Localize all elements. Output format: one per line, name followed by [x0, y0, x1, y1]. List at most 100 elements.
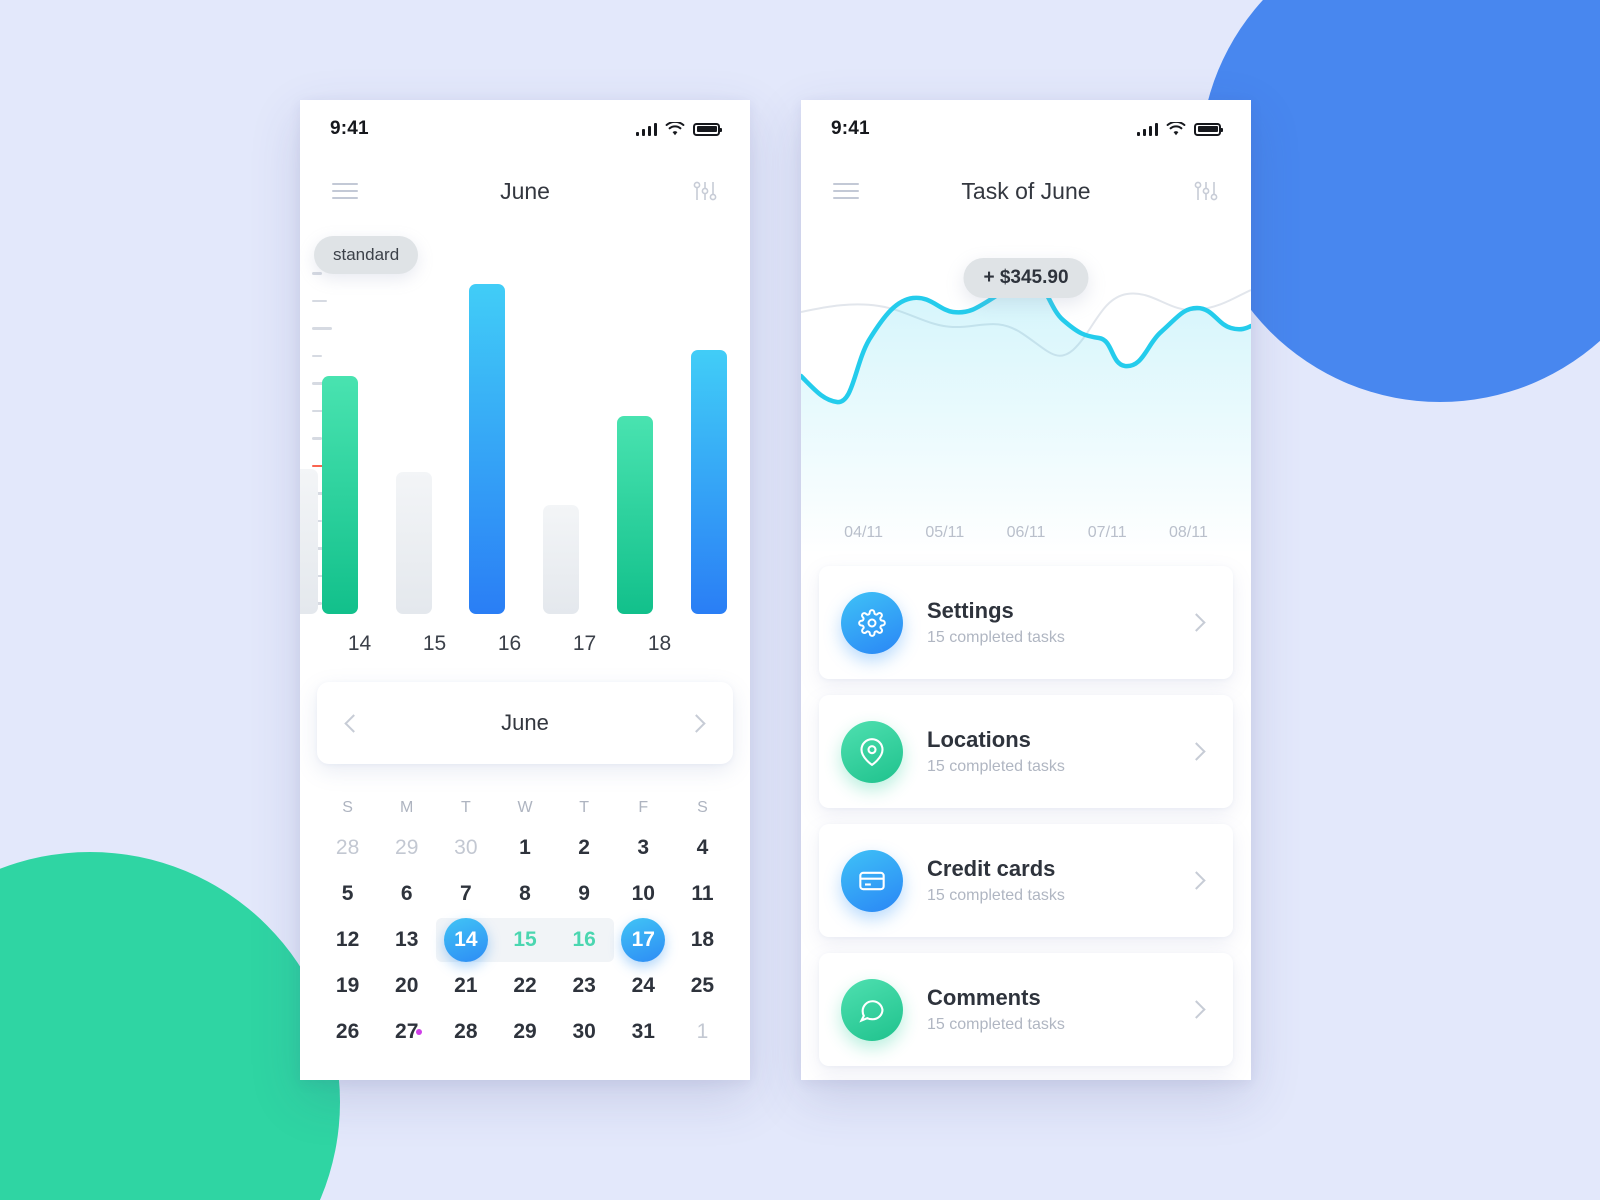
calendar-day-5[interactable]: 5 — [318, 872, 377, 916]
task-card-comments[interactable]: Comments 15 completed tasks — [819, 953, 1233, 1066]
wifi-icon — [665, 121, 685, 135]
calendar-day-28[interactable]: 28 — [318, 826, 377, 870]
calendar-weekday: S — [342, 799, 353, 816]
x-axis-label: 14 — [347, 632, 372, 655]
calendar-day-label: 31 — [631, 1020, 655, 1043]
calendar-grid: SMTWTFS 28 29 30 1 2 3 4 5 6 7 8 9 10 11 12 13 14 15 16 17 1… — [300, 764, 750, 1054]
sliders-filter-icon[interactable] — [1193, 179, 1219, 203]
chart-date-label: 05/11 — [925, 524, 965, 541]
chevron-right-icon[interactable] — [1187, 871, 1206, 890]
calendar-day-label: 25 — [690, 974, 715, 997]
calendar-day-label: 9 — [578, 882, 590, 905]
calendar-day-29[interactable]: 29 — [377, 826, 436, 870]
calendar-day-30[interactable]: 30 — [555, 1010, 614, 1054]
calendar-day-25[interactable]: 25 — [673, 964, 732, 1008]
task-subtitle: 15 completed tasks — [927, 629, 1065, 646]
calendar-day-16[interactable]: 16 — [555, 918, 614, 962]
calendar-day-29[interactable]: 29 — [495, 1010, 554, 1054]
calendar-day-31[interactable]: 31 — [614, 1010, 673, 1054]
calendar-weekday: F — [638, 799, 649, 816]
month-label: June — [501, 710, 549, 735]
status-icons — [1136, 121, 1223, 137]
calendar-day-27[interactable]: 27 — [377, 1010, 436, 1054]
calendar-day-label: 8 — [519, 882, 531, 905]
task-title: Credit cards — [927, 856, 1056, 881]
chart-bar[interactable] — [300, 468, 318, 614]
calendar-day-label: 10 — [631, 882, 655, 905]
hamburger-menu-icon[interactable] — [833, 183, 859, 199]
chart-bar[interactable] — [395, 472, 432, 614]
area-line-chart: + $345.90 04/11 05/11 06/11 07/11 08/11 — [801, 224, 1251, 554]
calendar-weekday: W — [517, 799, 533, 816]
task-card-credit-cards[interactable]: Credit cards 15 completed tasks — [819, 824, 1233, 937]
chevron-right-icon[interactable] — [1187, 742, 1206, 761]
calendar-day-28[interactable]: 28 — [436, 1010, 495, 1054]
chart-bar[interactable] — [690, 350, 727, 614]
bar-slot — [300, 224, 322, 614]
task-subtitle: 15 completed tasks — [927, 1016, 1065, 1033]
hamburger-menu-icon[interactable] — [332, 183, 358, 199]
calendar-day-label: 21 — [454, 974, 478, 997]
calendar-day-12[interactable]: 12 — [318, 918, 377, 962]
calendar-weekday: T — [579, 799, 590, 816]
calendar-day-8[interactable]: 8 — [495, 872, 554, 916]
task-title: Comments — [927, 985, 1041, 1010]
calendar-day-3[interactable]: 3 — [614, 826, 673, 870]
calendar-day-label: 27 — [395, 1020, 419, 1043]
calendar-day-1[interactable]: 1 — [673, 1010, 732, 1054]
map-pin-icon — [841, 720, 903, 783]
nav-bar: June — [300, 158, 750, 224]
bar-slot — [469, 224, 543, 614]
bar-chart-x-axis: 14 15 16 17 18 — [300, 632, 750, 656]
chevron-left-icon[interactable] — [344, 713, 363, 733]
chart-mode-pill[interactable]: standard — [314, 236, 419, 274]
chart-date-label: 06/11 — [1006, 524, 1046, 541]
current-series-area — [801, 278, 1251, 554]
calendar-day-4[interactable]: 4 — [673, 826, 732, 870]
sliders-filter-icon[interactable] — [692, 179, 718, 203]
bar-slot — [543, 224, 617, 614]
page-title: June — [500, 177, 550, 204]
chart-bar[interactable] — [617, 416, 654, 614]
calendar-day-24[interactable]: 24 — [614, 964, 673, 1008]
calendar-day-15[interactable]: 15 — [495, 918, 554, 962]
calendar-day-label: 30 — [454, 836, 478, 859]
calendar-day-label: 13 — [395, 928, 419, 951]
chart-bar[interactable] — [321, 376, 358, 614]
calendar-day-13[interactable]: 13 — [377, 918, 436, 962]
calendar-weekday: S — [697, 799, 708, 816]
chart-bar[interactable] — [543, 505, 580, 614]
calendar-day-17[interactable]: 17 — [614, 918, 673, 962]
calendar-day-9[interactable]: 9 — [555, 872, 614, 916]
calendar-day-7[interactable]: 7 — [436, 872, 495, 916]
calendar-day-23[interactable]: 23 — [555, 964, 614, 1008]
chevron-right-icon[interactable] — [1187, 613, 1206, 632]
calendar-day-30[interactable]: 30 — [436, 826, 495, 870]
task-card-settings[interactable]: Settings 15 completed tasks — [819, 566, 1233, 679]
calendar-day-label: 28 — [454, 1020, 478, 1043]
task-subtitle: 15 completed tasks — [927, 887, 1065, 904]
calendar-day-11[interactable]: 11 — [673, 872, 732, 916]
credit-card-icon — [841, 849, 903, 912]
chevron-right-icon[interactable] — [1187, 1000, 1206, 1019]
calendar-day-10[interactable]: 10 — [614, 872, 673, 916]
calendar-day-1[interactable]: 1 — [495, 826, 554, 870]
calendar-week-row: 26 27 28 29 30 31 1 — [318, 1010, 732, 1054]
task-card-locations[interactable]: Locations 15 completed tasks — [819, 695, 1233, 808]
calendar-day-14[interactable]: 14 — [436, 918, 495, 962]
chart-bar[interactable] — [469, 284, 506, 614]
calendar-day-26[interactable]: 26 — [318, 1010, 377, 1054]
calendar-day-20[interactable]: 20 — [377, 964, 436, 1008]
calendar-day-6[interactable]: 6 — [377, 872, 436, 916]
calendar-day-2[interactable]: 2 — [555, 826, 614, 870]
calendar-day-label: 11 — [691, 882, 714, 905]
task-list: Settings 15 completed tasks Locations 15 co… — [801, 554, 1251, 1080]
cellular-signal-icon — [1136, 122, 1158, 136]
calendar-day-18[interactable]: 18 — [673, 918, 732, 962]
calendar-day-22[interactable]: 22 — [495, 964, 554, 1008]
calendar-day-19[interactable]: 19 — [318, 964, 377, 1008]
calendar-day-21[interactable]: 21 — [436, 964, 495, 1008]
month-selector: June — [317, 682, 733, 764]
calendar-day-label: 16 — [572, 928, 596, 951]
chevron-right-icon[interactable] — [687, 713, 706, 733]
